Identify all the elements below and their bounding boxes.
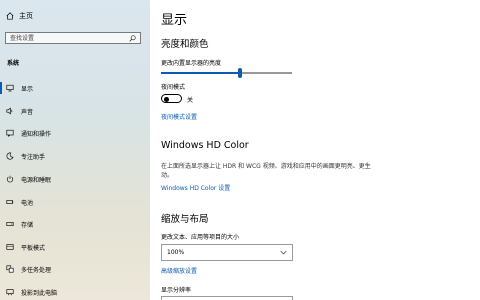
brightness-slider-thumb[interactable] (237, 68, 242, 78)
battery-icon (6, 200, 14, 204)
night-light-state: 关 (187, 97, 194, 104)
sidebar-item-label: 投影到此电脑 (21, 289, 58, 297)
sidebar-item-label: 电源和睡眠 (21, 176, 52, 184)
sidebar-item-label: 专注助手 (21, 153, 46, 161)
scale-dropdown[interactable]: 100% (161, 244, 293, 261)
resolution-dropdown[interactable] (161, 296, 293, 300)
brightness-label: 更改内置显示器的亮度 (161, 60, 222, 67)
sidebar-item-sound[interactable]: 声音 (0, 100, 150, 122)
home-icon (6, 12, 14, 20)
sidebar-item-label: 通知和操作 (21, 130, 52, 138)
multitask-icon (6, 265, 14, 273)
brightness-slider-fill (161, 72, 240, 74)
sidebar-item-display[interactable]: 显示 (0, 77, 150, 99)
sidebar-item-notifications[interactable]: 通知和操作 (0, 122, 150, 144)
page-title: 显示 (161, 13, 188, 28)
brightness-slider[interactable] (161, 68, 292, 78)
night-light-toggle[interactable] (161, 94, 182, 103)
notification-icon (6, 129, 14, 137)
search-placeholder: 查找设置 (10, 35, 35, 42)
monitor-icon (6, 84, 14, 92)
scale-value: 100% (167, 249, 185, 256)
speaker-icon (6, 107, 13, 115)
tablet-icon (6, 244, 14, 250)
sidebar: 主页 查找设置 系统 显示 声音 通知和操作 专注助手 电源和睡眠 电池 存储 … (0, 0, 150, 300)
main-content: 显示 亮度和颜色 更改内置显示器的亮度 夜间模式 关 夜间模式设置 Window… (150, 0, 480, 300)
sidebar-item-battery[interactable]: 电池 (0, 191, 150, 213)
storage-icon (6, 222, 14, 226)
projector-icon (6, 289, 14, 296)
brightness-heading: 亮度和颜色 (161, 39, 209, 50)
search-input[interactable]: 查找设置 (5, 32, 141, 44)
chevron-down-icon (280, 250, 287, 255)
search-icon (129, 35, 136, 42)
sidebar-item-multitasking[interactable]: 多任务处理 (0, 258, 150, 280)
resolution-label: 显示分辨率 (161, 287, 192, 294)
power-icon (6, 175, 14, 183)
night-light-settings-link[interactable]: 夜间模式设置 (161, 112, 197, 121)
section-label: 系统 (7, 60, 20, 67)
sidebar-item-label: 声音 (21, 108, 34, 116)
sidebar-item-focus-assist[interactable]: 专注助手 (0, 145, 150, 167)
moon-icon (6, 152, 14, 160)
sidebar-item-storage[interactable]: 存储 (0, 213, 150, 235)
scale-heading: 缩放与布局 (161, 214, 209, 225)
toggle-knob (164, 96, 169, 102)
sidebar-item-tablet-mode[interactable]: 平板模式 (0, 236, 150, 258)
home-nav-item[interactable]: 主页 (6, 11, 33, 21)
sidebar-item-label: 电池 (21, 199, 34, 207)
hdr-description: 在上面所选显示器上让 HDR 和 WCG 视频、游戏和应用中的画面更明亮、更生动… (161, 163, 371, 179)
sidebar-item-label: 存储 (21, 221, 34, 229)
hdr-heading: Windows HD Color (161, 140, 249, 151)
advanced-scaling-link[interactable]: 高级缩放设置 (161, 266, 197, 275)
sidebar-item-project-to-pc[interactable]: 投影到此电脑 (0, 281, 150, 300)
sidebar-item-power-sleep[interactable]: 电源和睡眠 (0, 168, 150, 190)
hdr-settings-link[interactable]: Windows HD Color 设置 (161, 183, 230, 192)
home-label: 主页 (19, 12, 33, 20)
sidebar-item-label: 多任务处理 (21, 266, 52, 274)
sidebar-item-label: 平板模式 (21, 244, 46, 252)
night-light-label: 夜间模式 (161, 84, 186, 91)
scale-label: 更改文本、应用等项目的大小 (161, 234, 240, 241)
sidebar-item-label: 显示 (21, 85, 34, 93)
